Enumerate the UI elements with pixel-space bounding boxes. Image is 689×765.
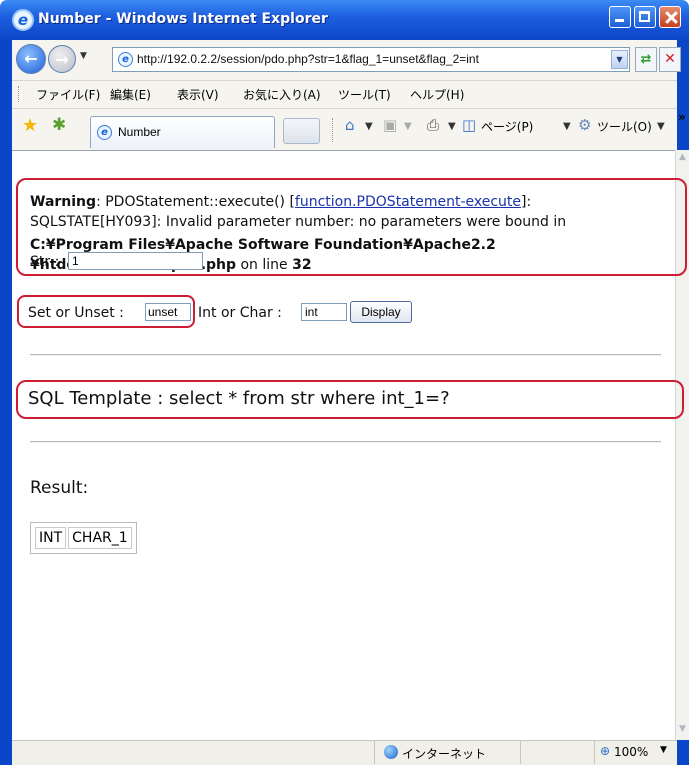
menu-view[interactable]: 表示(V): [177, 86, 219, 103]
globe-icon: [384, 745, 398, 759]
recent-pages-dropdown[interactable]: ▼: [80, 51, 90, 61]
result-label: Result:: [30, 478, 89, 498]
feeds-dropdown-icon[interactable]: ▼: [404, 121, 412, 132]
window-title: Number - Windows Internet Explorer: [38, 11, 328, 27]
warning-line-2: SQLSTATE[HY093]: Invalid parameter numbe…: [30, 214, 567, 230]
column-header-int: INT: [35, 527, 67, 549]
address-bar[interactable]: e http://192.0.2.2/session/pdo.php?str=1…: [112, 47, 630, 72]
home-icon[interactable]: ⌂: [345, 116, 355, 134]
page-menu[interactable]: ページ(P): [481, 118, 533, 135]
warning-text-end: ]:: [521, 194, 532, 210]
menu-help[interactable]: ヘルプ(H): [410, 86, 464, 103]
result-table: INT CHAR_1: [30, 522, 137, 554]
str-input[interactable]: 1: [68, 252, 203, 270]
forward-button[interactable]: →: [48, 45, 76, 73]
column-header-char1: CHAR_1: [68, 527, 132, 549]
str-label: Str :: [30, 254, 60, 270]
feeds-icon[interactable]: ▣: [383, 116, 397, 134]
status-divider: [374, 741, 375, 764]
warning-text: : PDOStatement::execute() [: [96, 194, 295, 210]
warning-on-line: on line: [236, 257, 293, 273]
command-separator: [332, 118, 333, 142]
tools-menu[interactable]: ツール(O): [597, 118, 652, 135]
forward-arrow-icon: →: [55, 50, 69, 69]
zoom-level[interactable]: 100%: [614, 745, 648, 759]
toolbar-overflow-icon[interactable]: »: [678, 110, 686, 124]
status-divider: [520, 741, 521, 764]
tab-ie-icon: e: [97, 125, 112, 140]
menu-grip: [18, 86, 20, 102]
home-dropdown-icon[interactable]: ▼: [365, 121, 373, 132]
back-arrow-icon: ←: [24, 49, 38, 68]
page-icon: e: [118, 52, 133, 67]
intchar-label: Int or Char :: [198, 305, 282, 321]
status-bar: [12, 740, 677, 765]
minimize-button[interactable]: [609, 6, 631, 28]
add-favorites-icon[interactable]: ✱: [52, 115, 66, 135]
zoom-icon[interactable]: ⊕: [600, 744, 610, 758]
divider: [30, 441, 661, 443]
tab-label: Number: [118, 125, 161, 139]
security-zone: インターネット: [402, 747, 487, 761]
setunset-label: Set or Unset :: [28, 305, 124, 321]
ie-logo-icon: e: [12, 9, 34, 31]
sql-template: SQL Template : select * from str where i…: [28, 388, 450, 409]
print-icon[interactable]: ⎙: [427, 116, 439, 134]
favorites-star-icon[interactable]: ★: [22, 115, 38, 136]
address-dropdown-button[interactable]: ▼: [611, 50, 628, 69]
zoom-dropdown-icon[interactable]: ▼: [660, 745, 667, 755]
warning-label: Warning: [30, 194, 97, 210]
stop-icon[interactable]: ✕: [659, 47, 681, 72]
close-button[interactable]: [659, 6, 681, 28]
setunset-input[interactable]: unset: [145, 303, 191, 321]
tools-gear-icon[interactable]: ⚙: [578, 116, 591, 134]
warning-line-1: Warning: PDOStatement::execute() [functi…: [30, 194, 531, 210]
new-tab-button[interactable]: [283, 118, 320, 144]
scroll-up-icon[interactable]: ▲: [676, 152, 689, 166]
tools-dropdown-icon[interactable]: ▼: [657, 121, 665, 132]
address-url[interactable]: http://192.0.2.2/session/pdo.php?str=1&f…: [137, 52, 479, 66]
maximize-button[interactable]: [634, 6, 656, 28]
intchar-input[interactable]: int: [301, 303, 347, 321]
menu-favorites[interactable]: お気に入り(A): [243, 86, 321, 103]
display-button[interactable]: Display: [350, 301, 412, 323]
page-menu-icon[interactable]: ◫: [462, 116, 476, 134]
print-dropdown-icon[interactable]: ▼: [448, 121, 456, 132]
warning-doc-link[interactable]: function.PDOStatement-execute: [295, 194, 521, 210]
back-button[interactable]: ←: [16, 44, 46, 74]
warning-line-3: C:¥Program Files¥Apache Software Foundat…: [30, 237, 496, 253]
status-divider: [594, 741, 595, 764]
page-dropdown-icon[interactable]: ▼: [563, 121, 571, 132]
tab-number[interactable]: e Number: [90, 116, 275, 148]
warning-line-number: 32: [292, 257, 312, 273]
refresh-icon[interactable]: ⇄: [635, 47, 657, 72]
table-header-row: INT CHAR_1: [35, 527, 132, 549]
divider: [30, 354, 661, 356]
window-frame-left: [0, 40, 12, 765]
menu-tools[interactable]: ツール(T): [338, 86, 391, 103]
scroll-down-icon[interactable]: ▼: [676, 724, 689, 738]
menu-edit[interactable]: 編集(E): [110, 86, 151, 103]
menu-file[interactable]: ファイル(F): [36, 86, 100, 103]
